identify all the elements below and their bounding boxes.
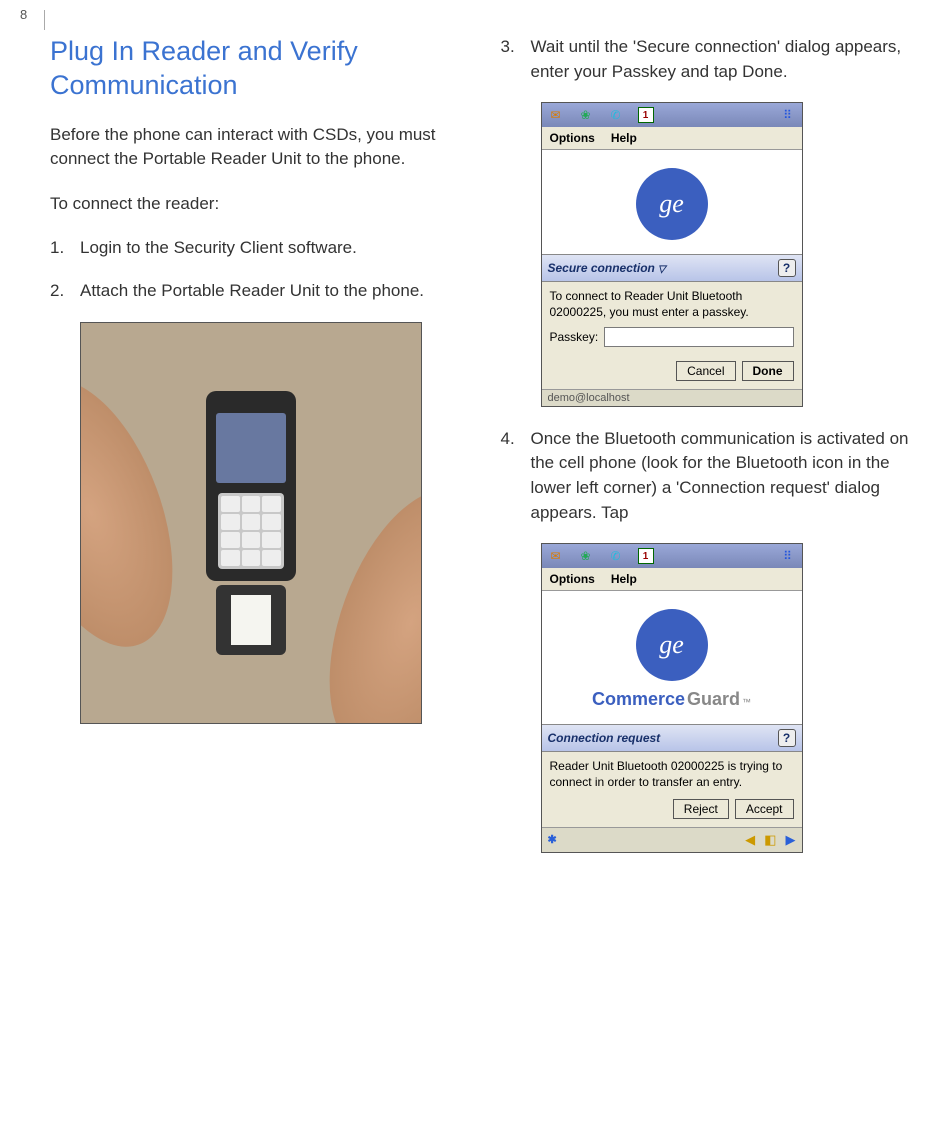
menu-options[interactable]: Options <box>550 131 595 145</box>
accept-button[interactable]: Accept <box>735 799 794 819</box>
step-4-text: Once the Bluetooth communication is acti… <box>531 427 912 526</box>
dialog-titlebar: Secure connection ? <box>542 254 802 282</box>
calendar-icon: 1 <box>638 107 654 123</box>
section-title: Plug In Reader and Verify Communication <box>50 35 461 103</box>
status-icon-bar: ✉ ❀ ✆ 1 ⠿ <box>542 103 802 127</box>
menu-options[interactable]: Options <box>550 572 595 586</box>
dialog-body-text: To connect to Reader Unit Bluetooth 0200… <box>550 288 794 320</box>
cancel-button[interactable]: Cancel <box>676 361 735 381</box>
reader-illustration <box>216 585 286 655</box>
step-1-number: 1. <box>50 236 66 261</box>
step-2-text: Attach the Portable Reader Unit to the p… <box>80 279 424 304</box>
apps-icon: ⠿ <box>780 548 796 564</box>
connect-label: To connect the reader: <box>50 192 461 217</box>
dialog-title: Connection request <box>548 731 661 745</box>
dialog-body: To connect to Reader Unit Bluetooth 0200… <box>542 282 802 354</box>
phone-icon: ✆ <box>608 107 624 123</box>
logo-area: ge <box>542 150 802 254</box>
menu-bar: Options Help <box>542 127 802 150</box>
status-icon-bar: ✉ ❀ ✆ 1 ⠿ <box>542 544 802 568</box>
step-3: 3. Wait until the 'Secure connection' di… <box>501 35 912 84</box>
help-icon[interactable]: ? <box>778 729 796 747</box>
step-2-number: 2. <box>50 279 66 304</box>
apps-icon: ⠿ <box>780 107 796 123</box>
passkey-label: Passkey: <box>550 329 599 345</box>
logo-area: ge CommerceGuard™ <box>542 591 802 724</box>
figure-phone-reader-photo <box>80 322 422 724</box>
brand-text: CommerceGuard™ <box>592 689 751 710</box>
calendar-icon: 1 <box>638 548 654 564</box>
step-1-text: Login to the Security Client software. <box>80 236 357 261</box>
step-2: 2. Attach the Portable Reader Unit to th… <box>50 279 461 304</box>
page-number: 8 <box>20 10 45 30</box>
ge-logo: ge <box>636 609 708 681</box>
phone-illustration <box>206 391 296 581</box>
dialog-title: Secure connection <box>548 261 655 275</box>
mail-icon: ✉ <box>548 107 564 123</box>
note-icon: ◧ <box>764 832 776 847</box>
phone-icon: ✆ <box>608 548 624 564</box>
globe-icon: ❀ <box>578 548 594 564</box>
screenshot-secure-connection: ✉ ❀ ✆ 1 ⠿ Options Help ge Secur <box>541 102 803 406</box>
speaker-icon: ◀ <box>745 832 755 847</box>
globe-icon: ❀ <box>578 107 594 123</box>
status-bar: demo@localhost <box>542 389 802 406</box>
screenshot-connection-request: ✉ ❀ ✆ 1 ⠿ Options Help ge CommerceGu <box>541 543 803 852</box>
done-button[interactable]: Done <box>742 361 794 381</box>
step-3-number: 3. <box>501 35 517 84</box>
status-bar: ✱ ◀ ◧ ▶ <box>542 827 802 852</box>
menu-help[interactable]: Help <box>611 131 637 145</box>
menu-bar: Options Help <box>542 568 802 591</box>
dialog-body-text: Reader Unit Bluetooth 02000225 is trying… <box>550 758 794 790</box>
step-1: 1. Login to the Security Client software… <box>50 236 461 261</box>
play-icon: ▶ <box>786 832 796 847</box>
chevron-down-icon[interactable] <box>655 261 666 275</box>
step-3-text: Wait until the 'Secure connection' dialo… <box>531 35 912 84</box>
passkey-input[interactable] <box>604 327 793 347</box>
help-icon[interactable]: ? <box>778 259 796 277</box>
dialog-titlebar: Connection request ? <box>542 724 802 752</box>
mail-icon: ✉ <box>548 548 564 564</box>
reject-button[interactable]: Reject <box>673 799 729 819</box>
ge-logo: ge <box>636 168 708 240</box>
dialog-body: Reader Unit Bluetooth 02000225 is trying… <box>542 752 802 792</box>
bluetooth-icon: ✱ <box>548 833 557 846</box>
intro-paragraph: Before the phone can interact with CSDs,… <box>50 123 461 172</box>
step-4: 4. Once the Bluetooth communication is a… <box>501 427 912 526</box>
menu-help[interactable]: Help <box>611 572 637 586</box>
step-4-number: 4. <box>501 427 517 526</box>
